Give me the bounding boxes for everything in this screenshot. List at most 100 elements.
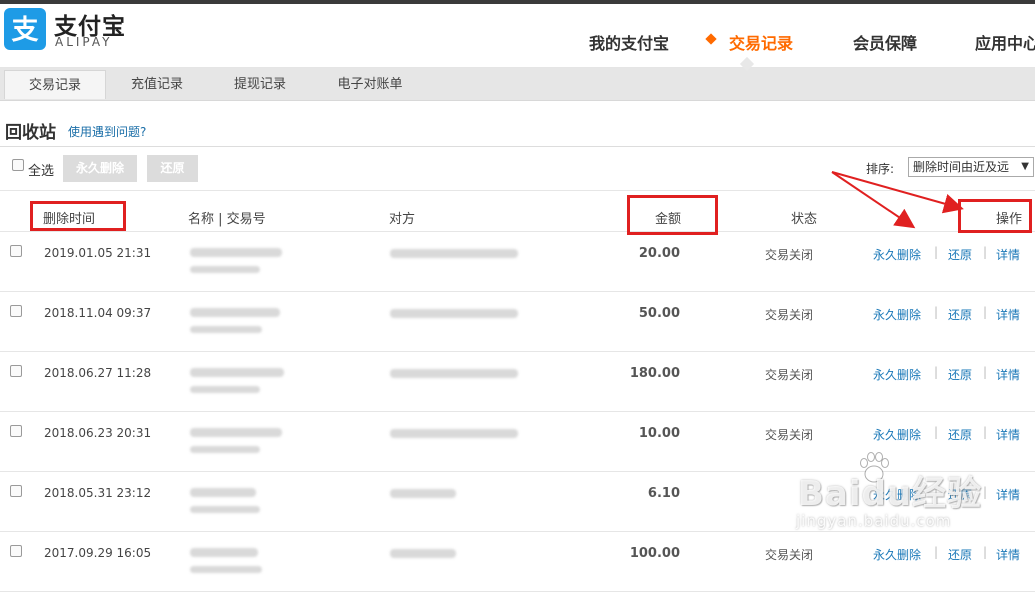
action-separator: | — [934, 425, 939, 439]
header-name-number: 名称 | 交易号 — [188, 212, 266, 227]
row-permanent-delete-link[interactable]: 永久删除 — [873, 426, 921, 443]
row-restore-link[interactable]: 还原 — [948, 486, 972, 503]
row-checkbox[interactable] — [10, 545, 22, 557]
table-row: 2018.05.31 23:12 6.10 永久删除 | 还原 | 详情 — [0, 472, 1035, 532]
nav-member-protection[interactable]: 会员保障 — [853, 30, 917, 54]
action-separator: | — [934, 545, 939, 559]
redacted-trade-number — [190, 566, 262, 573]
action-separator: | — [983, 545, 988, 559]
subtab-withdraw[interactable]: 提现记录 — [212, 70, 308, 99]
header-counterparty: 对方 — [389, 212, 416, 227]
row-detail-link[interactable]: 详情 — [996, 306, 1020, 323]
row-detail-link[interactable]: 详情 — [996, 546, 1020, 563]
row-restore-link[interactable]: 还原 — [948, 246, 972, 263]
permanent-delete-button[interactable]: 永久删除 — [63, 155, 137, 182]
sub-navigation: 交易记录 充值记录 提现记录 电子对账单 — [0, 68, 1035, 101]
row-status: 交易关闭 — [765, 548, 814, 562]
annotation-box-action — [958, 199, 1032, 233]
table-row: 2019.01.05 21:31 20.00 交易关闭 永久删除 | 还原 | 详情 — [0, 232, 1035, 292]
row-restore-link[interactable]: 还原 — [948, 546, 972, 563]
redacted-counterparty — [390, 549, 456, 558]
action-separator: | — [983, 485, 988, 499]
row-amount: 50.00 — [638, 306, 680, 321]
sort-value: 删除时间由近及远 — [913, 160, 1010, 174]
row-permanent-delete-link[interactable]: 永久删除 — [873, 246, 921, 263]
svg-text:支: 支 — [12, 15, 39, 46]
divider — [0, 146, 1035, 147]
sort-select[interactable]: 删除时间由近及远 ▼ — [908, 157, 1034, 177]
row-detail-link[interactable]: 详情 — [996, 486, 1020, 503]
help-link[interactable]: 使用遇到问题? — [68, 123, 146, 140]
row-amount: 20.00 — [638, 246, 680, 261]
select-all-label: 全选 — [28, 164, 55, 179]
redacted-counterparty — [390, 309, 518, 318]
redacted-trade-number — [190, 386, 260, 393]
row-detail-link[interactable]: 详情 — [996, 426, 1020, 443]
row-status: 交易关闭 — [765, 368, 814, 382]
action-separator: | — [983, 425, 988, 439]
select-all-checkbox[interactable] — [12, 159, 24, 171]
row-checkbox[interactable] — [10, 425, 22, 437]
row-restore-link[interactable]: 还原 — [948, 366, 972, 383]
row-status: 交易关闭 — [765, 248, 814, 262]
redacted-name — [190, 248, 282, 257]
row-status: 交易关闭 — [765, 308, 814, 322]
table-row: 2018.06.27 11:28 180.00 交易关闭 永久删除 | 还原 | 详情 — [0, 352, 1035, 412]
row-checkbox[interactable] — [10, 365, 22, 377]
action-separator: | — [983, 365, 988, 379]
row-permanent-delete-link[interactable]: 永久删除 — [873, 546, 921, 563]
row-delete-time: 2018.06.23 20:31 — [44, 426, 152, 440]
table-row: 2018.11.04 09:37 50.00 交易关闭 永久删除 | 还原 | 详情 — [0, 292, 1035, 352]
row-permanent-delete-link[interactable]: 永久删除 — [873, 306, 921, 323]
header-status: 状态 — [791, 212, 818, 227]
row-delete-time: 2017.09.29 16:05 — [44, 546, 152, 560]
nav-transactions[interactable]: 交易记录 — [729, 30, 793, 54]
header: 支 支付宝 ALIPAY 我的支付宝 交易记录 会员保障 应用中心 — [0, 4, 1035, 68]
row-delete-time: 2018.06.27 11:28 — [44, 366, 152, 380]
redacted-name — [190, 488, 256, 497]
row-status: 交易关闭 — [765, 428, 814, 442]
redacted-counterparty — [390, 249, 518, 258]
dropdown-arrow-icon: ▼ — [1021, 161, 1029, 172]
redacted-counterparty — [390, 429, 518, 438]
redacted-name — [190, 428, 282, 437]
active-nav-dot-icon — [705, 33, 717, 45]
row-amount: 10.00 — [638, 426, 680, 441]
row-amount: 6.10 — [647, 486, 680, 501]
annotation-box-amount — [627, 195, 718, 235]
action-separator: | — [983, 305, 988, 319]
action-separator: | — [934, 365, 939, 379]
action-separator: | — [934, 245, 939, 259]
subtab-statement[interactable]: 电子对账单 — [318, 70, 422, 99]
subtab-recharge[interactable]: 充值记录 — [110, 70, 204, 99]
row-delete-time: 2018.05.31 23:12 — [44, 486, 152, 500]
page-title: 回收站 — [5, 123, 56, 143]
row-delete-time: 2018.11.04 09:37 — [44, 306, 152, 320]
row-amount: 100.00 — [629, 546, 680, 561]
redacted-name — [190, 368, 284, 377]
logo-text-en: ALIPAY — [55, 35, 113, 49]
row-checkbox[interactable] — [10, 245, 22, 257]
row-checkbox[interactable] — [10, 485, 22, 497]
nav-my-alipay[interactable]: 我的支付宝 — [589, 30, 669, 54]
row-checkbox[interactable] — [10, 305, 22, 317]
redacted-trade-number — [190, 326, 262, 333]
row-restore-link[interactable]: 还原 — [948, 306, 972, 323]
table-header — [0, 190, 1035, 232]
alipay-logo-icon[interactable]: 支 — [4, 8, 46, 50]
redacted-trade-number — [190, 446, 260, 453]
redacted-name — [190, 308, 280, 317]
row-restore-link[interactable]: 还原 — [948, 426, 972, 443]
nav-app-center[interactable]: 应用中心 — [975, 30, 1035, 54]
action-separator: | — [983, 245, 988, 259]
row-permanent-delete-link[interactable]: 永久删除 — [873, 366, 921, 383]
subtab-transactions[interactable]: 交易记录 — [4, 70, 106, 99]
row-detail-link[interactable]: 详情 — [996, 366, 1020, 383]
sort-label: 排序: — [866, 162, 895, 176]
row-permanent-delete-link[interactable]: 永久删除 — [873, 486, 921, 503]
table-row: 2018.06.23 20:31 10.00 交易关闭 永久删除 | 还原 | 详情 — [0, 412, 1035, 472]
restore-button[interactable]: 还原 — [147, 155, 198, 182]
row-amount: 180.00 — [629, 366, 680, 381]
row-detail-link[interactable]: 详情 — [996, 246, 1020, 263]
redacted-trade-number — [190, 266, 260, 273]
